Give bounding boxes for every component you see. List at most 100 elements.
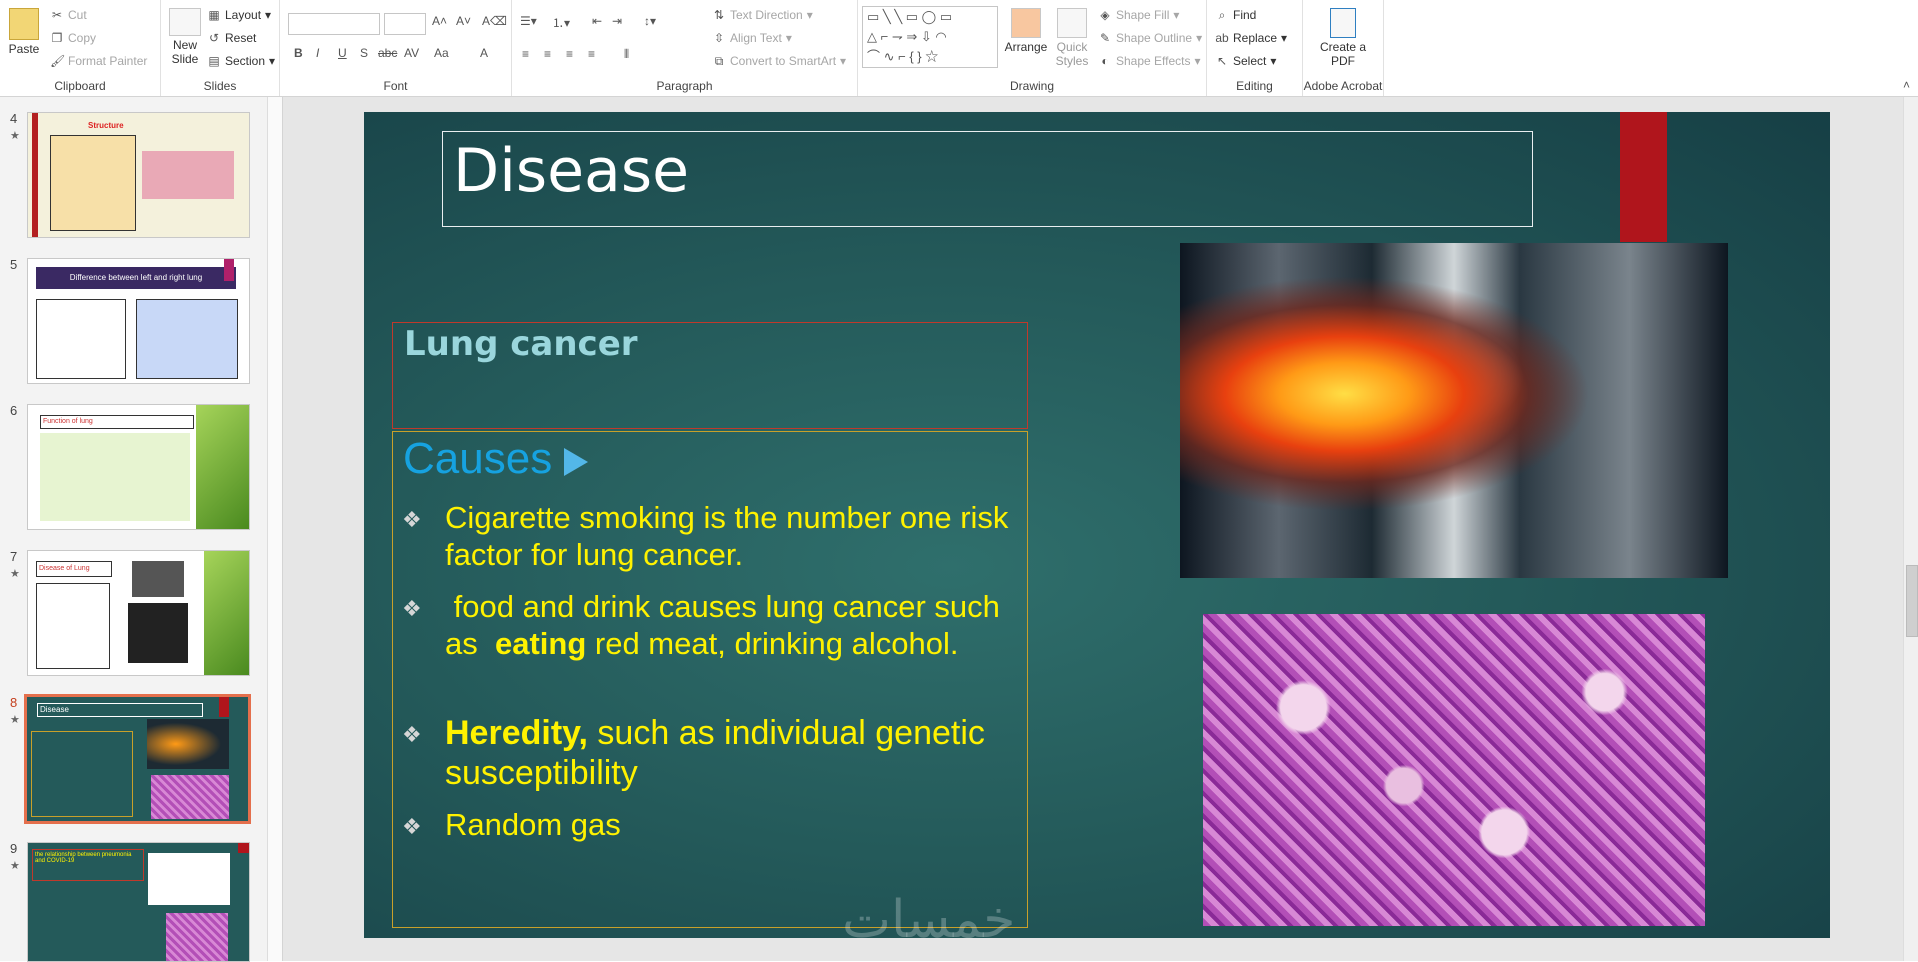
arrange-icon	[1011, 8, 1041, 38]
thumbnail-title: the relationship between pneumonia and C…	[32, 849, 144, 881]
layout-icon: ▦	[208, 8, 220, 22]
slide-number: 9	[10, 841, 18, 856]
strikethrough-button[interactable]: abc	[378, 46, 397, 60]
align-right-icon[interactable]: ≡	[566, 47, 573, 61]
slide-number: 6	[10, 403, 18, 418]
slide-thumbnails-pane: 4 ★ Structure 5 Difference between left …	[0, 97, 283, 962]
thumbnail-title: Function of lung	[40, 415, 194, 429]
bullet-3[interactable]: ❖ Heredity, such as individual genetic s…	[402, 713, 1012, 793]
editing-group: ⌕ Find ab Replace ▾ ↖ Select ▾ Editing	[1207, 0, 1303, 96]
thumbnails-scrollbar[interactable]	[267, 97, 282, 961]
smartart-button[interactable]: ⧉ Convert to SmartArt ▾	[712, 54, 846, 68]
bullets-icon[interactable]: ☰▾	[520, 14, 537, 28]
font-name-field[interactable]	[288, 13, 380, 35]
font-size-field[interactable]	[384, 13, 426, 35]
shape-fill-button[interactable]: ◈ Shape Fill ▾	[1098, 8, 1179, 22]
grow-font-icon[interactable]: A˄	[432, 14, 447, 28]
layout-button[interactable]: ▦ Layout ▾	[207, 8, 271, 22]
format-painter-button[interactable]: 🖌 Format Painter	[50, 54, 147, 68]
paint-bucket-icon: ◈	[1100, 8, 1110, 22]
acrobat-group: Create a PDF Adobe Acrobat	[1303, 0, 1384, 96]
diamond-bullet-icon: ❖	[402, 507, 422, 532]
paragraph-group: ☰▾ ⒈▾ ⇤ ⇥ ↕▾ ≡ ≡ ≡ ≡ ⫴ ⇅ Text Direction ▾ …	[512, 0, 858, 96]
thumbnail-title: Disease	[37, 703, 203, 717]
bullet-1[interactable]: ❖ Cigarette smoking is the number one ri…	[402, 499, 1012, 573]
find-button[interactable]: ⌕ Find	[1215, 8, 1257, 22]
create-pdf-button[interactable]: Create a PDF	[1311, 8, 1375, 68]
thumbnail-slide-6[interactable]: Function of lung	[27, 404, 250, 530]
thumbnail-title: Disease of Lung	[36, 561, 112, 577]
thumbnail-slide-4[interactable]: Structure	[27, 112, 250, 238]
line-spacing-icon[interactable]: ↕▾	[644, 14, 656, 28]
watermark: خمسات	[842, 890, 1016, 950]
paste-button[interactable]: Paste	[6, 8, 42, 56]
bullet-2[interactable]: ❖ food and drink causes lung cancer such…	[402, 588, 1012, 662]
shadow-button[interactable]: S	[360, 46, 368, 60]
copy-icon: ❐	[51, 31, 63, 45]
numbering-icon[interactable]: ⒈▾	[552, 14, 570, 31]
clipboard-label: Clipboard	[54, 79, 106, 93]
animation-star-icon: ★	[10, 130, 20, 142]
animation-star-icon: ★	[10, 568, 20, 580]
chest-xray-image[interactable]	[1180, 243, 1728, 578]
drawing-label: Drawing	[1009, 79, 1054, 93]
shrink-font-icon[interactable]: A˅	[456, 14, 471, 28]
thumbnail-slide-9[interactable]: the relationship between pneumonia and C…	[27, 842, 250, 962]
align-center-icon[interactable]: ≡	[544, 47, 551, 61]
collapse-ribbon-icon[interactable]: ˄	[1903, 78, 1910, 92]
editing-label: Editing	[1236, 79, 1273, 93]
quick-styles-button[interactable]: Quick Styles	[1050, 8, 1094, 68]
quick-styles-icon	[1057, 8, 1087, 38]
slides-label: Slides	[203, 79, 237, 93]
align-left-icon[interactable]: ≡	[522, 47, 529, 61]
replace-button[interactable]: ab Replace ▾	[1215, 31, 1287, 45]
bold-button[interactable]: B	[294, 46, 303, 60]
thumbnail-slide-8-selected[interactable]: Disease	[24, 694, 251, 824]
replace-icon: ab	[1215, 31, 1229, 45]
reset-button[interactable]: ↺ Reset	[207, 31, 256, 45]
font-label: Font	[383, 79, 408, 93]
histology-image[interactable]	[1203, 614, 1705, 926]
shape-effects-button[interactable]: ◐ Shape Effects ▾	[1098, 54, 1200, 68]
diamond-bullet-icon: ❖	[402, 814, 422, 839]
clear-format-icon[interactable]: A⌫	[482, 14, 507, 28]
lung-cancer-heading[interactable]: Lung cancer	[404, 324, 638, 364]
columns-icon[interactable]: ⫴	[624, 47, 629, 62]
text-direction-icon: ⇅	[713, 8, 725, 22]
slide-title[interactable]: Disease	[453, 136, 689, 206]
bullet-4[interactable]: ❖ Random gas	[402, 806, 1012, 843]
play-triangle-icon	[564, 448, 589, 476]
text-direction-button[interactable]: ⇅ Text Direction ▾	[712, 8, 813, 22]
italic-button[interactable]: I	[316, 46, 319, 60]
change-case-button[interactable]: Aa	[434, 46, 449, 60]
character-spacing-button[interactable]: AV	[404, 46, 419, 60]
font-color-button[interactable]: A	[480, 46, 488, 60]
thumbnail-title: Difference between left and right lung	[36, 267, 236, 289]
cut-button[interactable]: ✂ Cut	[50, 8, 87, 22]
shape-outline-button[interactable]: ✎ Shape Outline ▾	[1098, 31, 1202, 45]
underline-button[interactable]: U	[338, 46, 347, 60]
brush-icon: 🖌	[50, 54, 66, 68]
shapes-gallery[interactable]: ▭ ╲ ╲ ▭ ◯ ▭ △ ⌐ ⇁ ⇒ ⇩ ◠ ⌒ ∿ ⌐ { } ☆	[862, 6, 998, 68]
thumbnail-slide-7[interactable]: Disease of Lung	[27, 550, 250, 676]
pdf-icon	[1330, 8, 1356, 38]
new-slide-button[interactable]: New Slide	[165, 8, 205, 66]
decrease-indent-icon[interactable]: ⇤	[592, 14, 602, 28]
search-icon: ⌕	[1218, 8, 1226, 22]
title-red-band	[1620, 112, 1667, 242]
scrollbar-thumb[interactable]	[1906, 565, 1918, 637]
copy-button[interactable]: ❐ Copy	[50, 31, 96, 45]
causes-heading[interactable]: Causes	[403, 434, 589, 484]
section-button[interactable]: ▤ Section ▾	[207, 54, 275, 68]
increase-indent-icon[interactable]: ⇥	[612, 14, 622, 28]
thumbnail-slide-5[interactable]: Difference between left and right lung	[27, 258, 250, 384]
align-text-button[interactable]: ⇳ Align Text ▾	[712, 31, 792, 45]
arrange-button[interactable]: Arrange	[1004, 8, 1048, 54]
reset-icon: ↺	[208, 31, 220, 45]
slide-number: 5	[10, 257, 18, 272]
new-slide-icon	[169, 8, 201, 36]
select-button[interactable]: ↖ Select ▾	[1215, 54, 1276, 68]
slide-scrollbar[interactable]	[1903, 97, 1918, 961]
section-icon: ▤	[208, 54, 220, 68]
justify-icon[interactable]: ≡	[588, 47, 595, 61]
